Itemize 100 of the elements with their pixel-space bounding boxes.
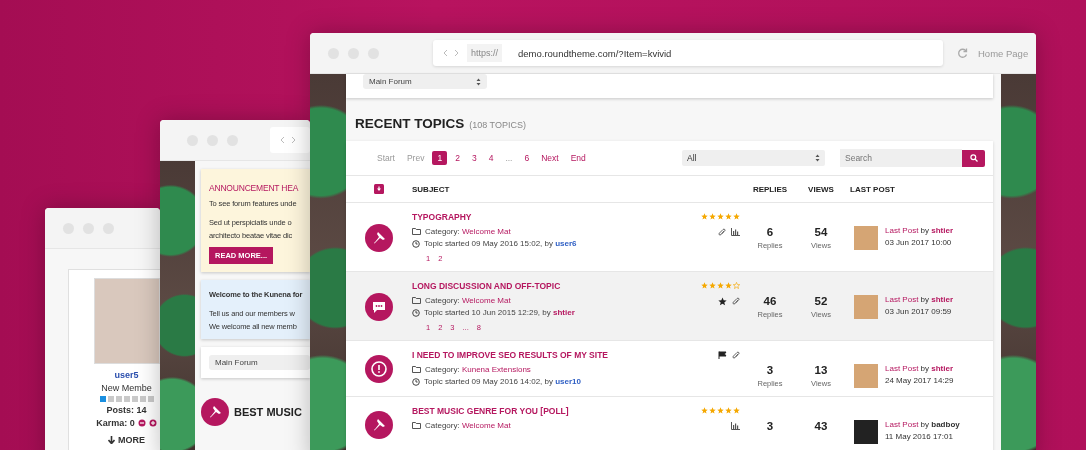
folder-icon bbox=[412, 422, 421, 429]
photo-placeholder bbox=[854, 295, 878, 319]
star-outline-icon bbox=[733, 282, 740, 289]
karma-text: Karma: 0 bbox=[96, 418, 135, 428]
username-link[interactable]: user5 bbox=[114, 370, 139, 380]
category-link[interactable]: Welcome Mat bbox=[461, 421, 511, 430]
down-arrow-icon bbox=[108, 436, 115, 444]
refresh-icon[interactable] bbox=[957, 47, 968, 59]
back-forward-icon[interactable] bbox=[280, 136, 296, 144]
forum-select[interactable]: Main Forum bbox=[363, 74, 487, 89]
last-post-date: 03 Jun 2017 10:00 bbox=[885, 238, 953, 247]
category-text: Category: Welcome Mat bbox=[425, 421, 511, 430]
pin-icon bbox=[201, 398, 229, 426]
category-link[interactable]: Welcome Mat bbox=[461, 227, 511, 236]
topic-title-link[interactable]: I NEED TO IMPROVE SEO RESULTS OF MY SITE bbox=[412, 350, 700, 360]
select-arrows-icon bbox=[815, 154, 820, 162]
topic-title-link[interactable]: BEST MUSIC GENRE FOR YOU [POLL] bbox=[412, 406, 700, 416]
exclamation-icon bbox=[365, 355, 393, 383]
pagination-link[interactable]: 3 bbox=[467, 151, 481, 165]
column-header: LAST POST bbox=[849, 184, 896, 194]
pagination-link[interactable]: Next bbox=[537, 151, 563, 165]
photo-placeholder bbox=[854, 420, 878, 444]
bar-chart-icon bbox=[731, 422, 740, 430]
pagination-link[interactable]: 1 bbox=[432, 151, 448, 165]
more-link[interactable]: MORE bbox=[118, 435, 145, 445]
topic-title-link[interactable]: TYPOGRAPHY bbox=[412, 212, 700, 222]
author-link[interactable]: shtier bbox=[553, 308, 575, 317]
author-link[interactable]: user6 bbox=[555, 239, 577, 248]
pagination-link[interactable]: 2 bbox=[451, 151, 464, 165]
forum-select[interactable]: Main Forum bbox=[209, 355, 310, 370]
topic-started-text: Topic started 09 May 2016 15:02, by user6 bbox=[424, 239, 577, 248]
url-text: demo.roundtheme.com/?Item=kvivid bbox=[518, 47, 672, 59]
last-post-text: Last Post by shtier bbox=[885, 295, 954, 304]
announcement-title: ANNOUNCEMENT HEA bbox=[209, 183, 300, 193]
author-link[interactable]: user10 bbox=[555, 377, 581, 386]
last-post-link[interactable]: Last Post bbox=[885, 295, 919, 304]
views-count: 54 bbox=[814, 226, 828, 238]
last-post-date: 03 Jun 2017 09:59 bbox=[885, 307, 953, 316]
chat-icon bbox=[365, 292, 393, 321]
last-post-text: Last Post by shtier bbox=[885, 364, 954, 373]
address-bar[interactable]: https:// demo.roundtheme.com/?Item=kvivid bbox=[433, 40, 943, 66]
filter-select[interactable]: All bbox=[682, 150, 825, 166]
topic-title-link[interactable]: LONG DISCUSSION AND OFF-TOPIC bbox=[412, 281, 700, 291]
last-post-date: 11 May 2016 17:01 bbox=[885, 432, 954, 441]
category-text: Category: Kunena Extensions bbox=[425, 365, 531, 374]
pagination-link[interactable]: 4 bbox=[484, 151, 498, 165]
posts-count: Posts: 14 bbox=[106, 405, 147, 415]
rank-text: New Membe bbox=[101, 383, 152, 393]
search-button[interactable] bbox=[962, 149, 985, 167]
last-post-user-link[interactable]: shtier bbox=[931, 364, 954, 373]
last-post-user-link[interactable]: shtier bbox=[931, 295, 954, 304]
category-link[interactable]: Welcome Mat bbox=[461, 296, 511, 305]
category-text: Category: Welcome Mat bbox=[425, 227, 511, 236]
topic-row[interactable]: BEST MUSIC GENRE FOR YOU [POLL] Category: Welcome Mat 3 43 Last Post by badboy 11 May 2016 17:01 bbox=[346, 397, 993, 450]
pin-icon bbox=[365, 223, 393, 252]
last-post-user-link[interactable]: shtier bbox=[931, 226, 954, 235]
plus-circle-icon[interactable] bbox=[148, 419, 157, 427]
bar-chart-icon bbox=[731, 228, 740, 236]
replies-count: 46 bbox=[763, 295, 777, 307]
photo-placeholder bbox=[854, 226, 878, 250]
select-arrows-icon bbox=[476, 77, 481, 86]
search-icon bbox=[969, 154, 978, 162]
column-header: SUBJECT bbox=[412, 184, 451, 194]
column-header: REPLIES bbox=[752, 184, 788, 194]
replies-count: 3 bbox=[766, 364, 774, 376]
last-post-link[interactable]: Last Post bbox=[885, 420, 919, 429]
views-count: 13 bbox=[814, 364, 828, 376]
paperclip-icon bbox=[732, 351, 740, 360]
category-link[interactable]: Kunena Extensions bbox=[461, 365, 531, 374]
pin-icon bbox=[365, 411, 393, 439]
pagination-link[interactable]: 6 bbox=[520, 151, 534, 165]
last-post-text: Last Post by shtier bbox=[885, 226, 954, 235]
search-field[interactable]: Search bbox=[840, 149, 962, 167]
folder-icon bbox=[412, 228, 421, 235]
minus-circle-icon[interactable] bbox=[137, 419, 146, 427]
topic-started-text: Topic started 09 May 2016 14:02, by user10 bbox=[424, 377, 581, 386]
clock-icon bbox=[412, 308, 420, 317]
sort-down-icon[interactable] bbox=[374, 184, 384, 194]
star-icon bbox=[718, 297, 727, 306]
clock-icon bbox=[412, 239, 420, 248]
replies-count: 3 bbox=[766, 420, 774, 432]
topic-count: (108 TOPICS) bbox=[469, 120, 526, 130]
flag-icon bbox=[718, 351, 727, 359]
pagination-link[interactable]: End bbox=[566, 151, 590, 165]
replies-count: 6 bbox=[766, 226, 774, 238]
paperclip-icon bbox=[732, 297, 740, 306]
paperclip-icon bbox=[718, 228, 726, 237]
last-post-user-link[interactable]: badboy bbox=[931, 420, 960, 429]
folder-icon bbox=[412, 366, 421, 373]
last-post-link[interactable]: Last Post bbox=[885, 226, 919, 235]
folder-icon bbox=[412, 297, 421, 304]
section-heading: RECENT TOPICS bbox=[355, 116, 465, 131]
last-post-link[interactable]: Last Post bbox=[885, 364, 919, 373]
category-text: Category: Welcome Mat bbox=[425, 296, 511, 305]
photo-placeholder bbox=[854, 364, 878, 388]
clock-icon bbox=[412, 377, 420, 386]
back-forward-icon[interactable] bbox=[443, 49, 459, 57]
topic-started-text: Topic started 10 Jun 2015 12:29, by shtier bbox=[424, 308, 575, 317]
views-count: 52 bbox=[814, 295, 828, 307]
section-title: BEST MUSIC bbox=[234, 406, 302, 418]
